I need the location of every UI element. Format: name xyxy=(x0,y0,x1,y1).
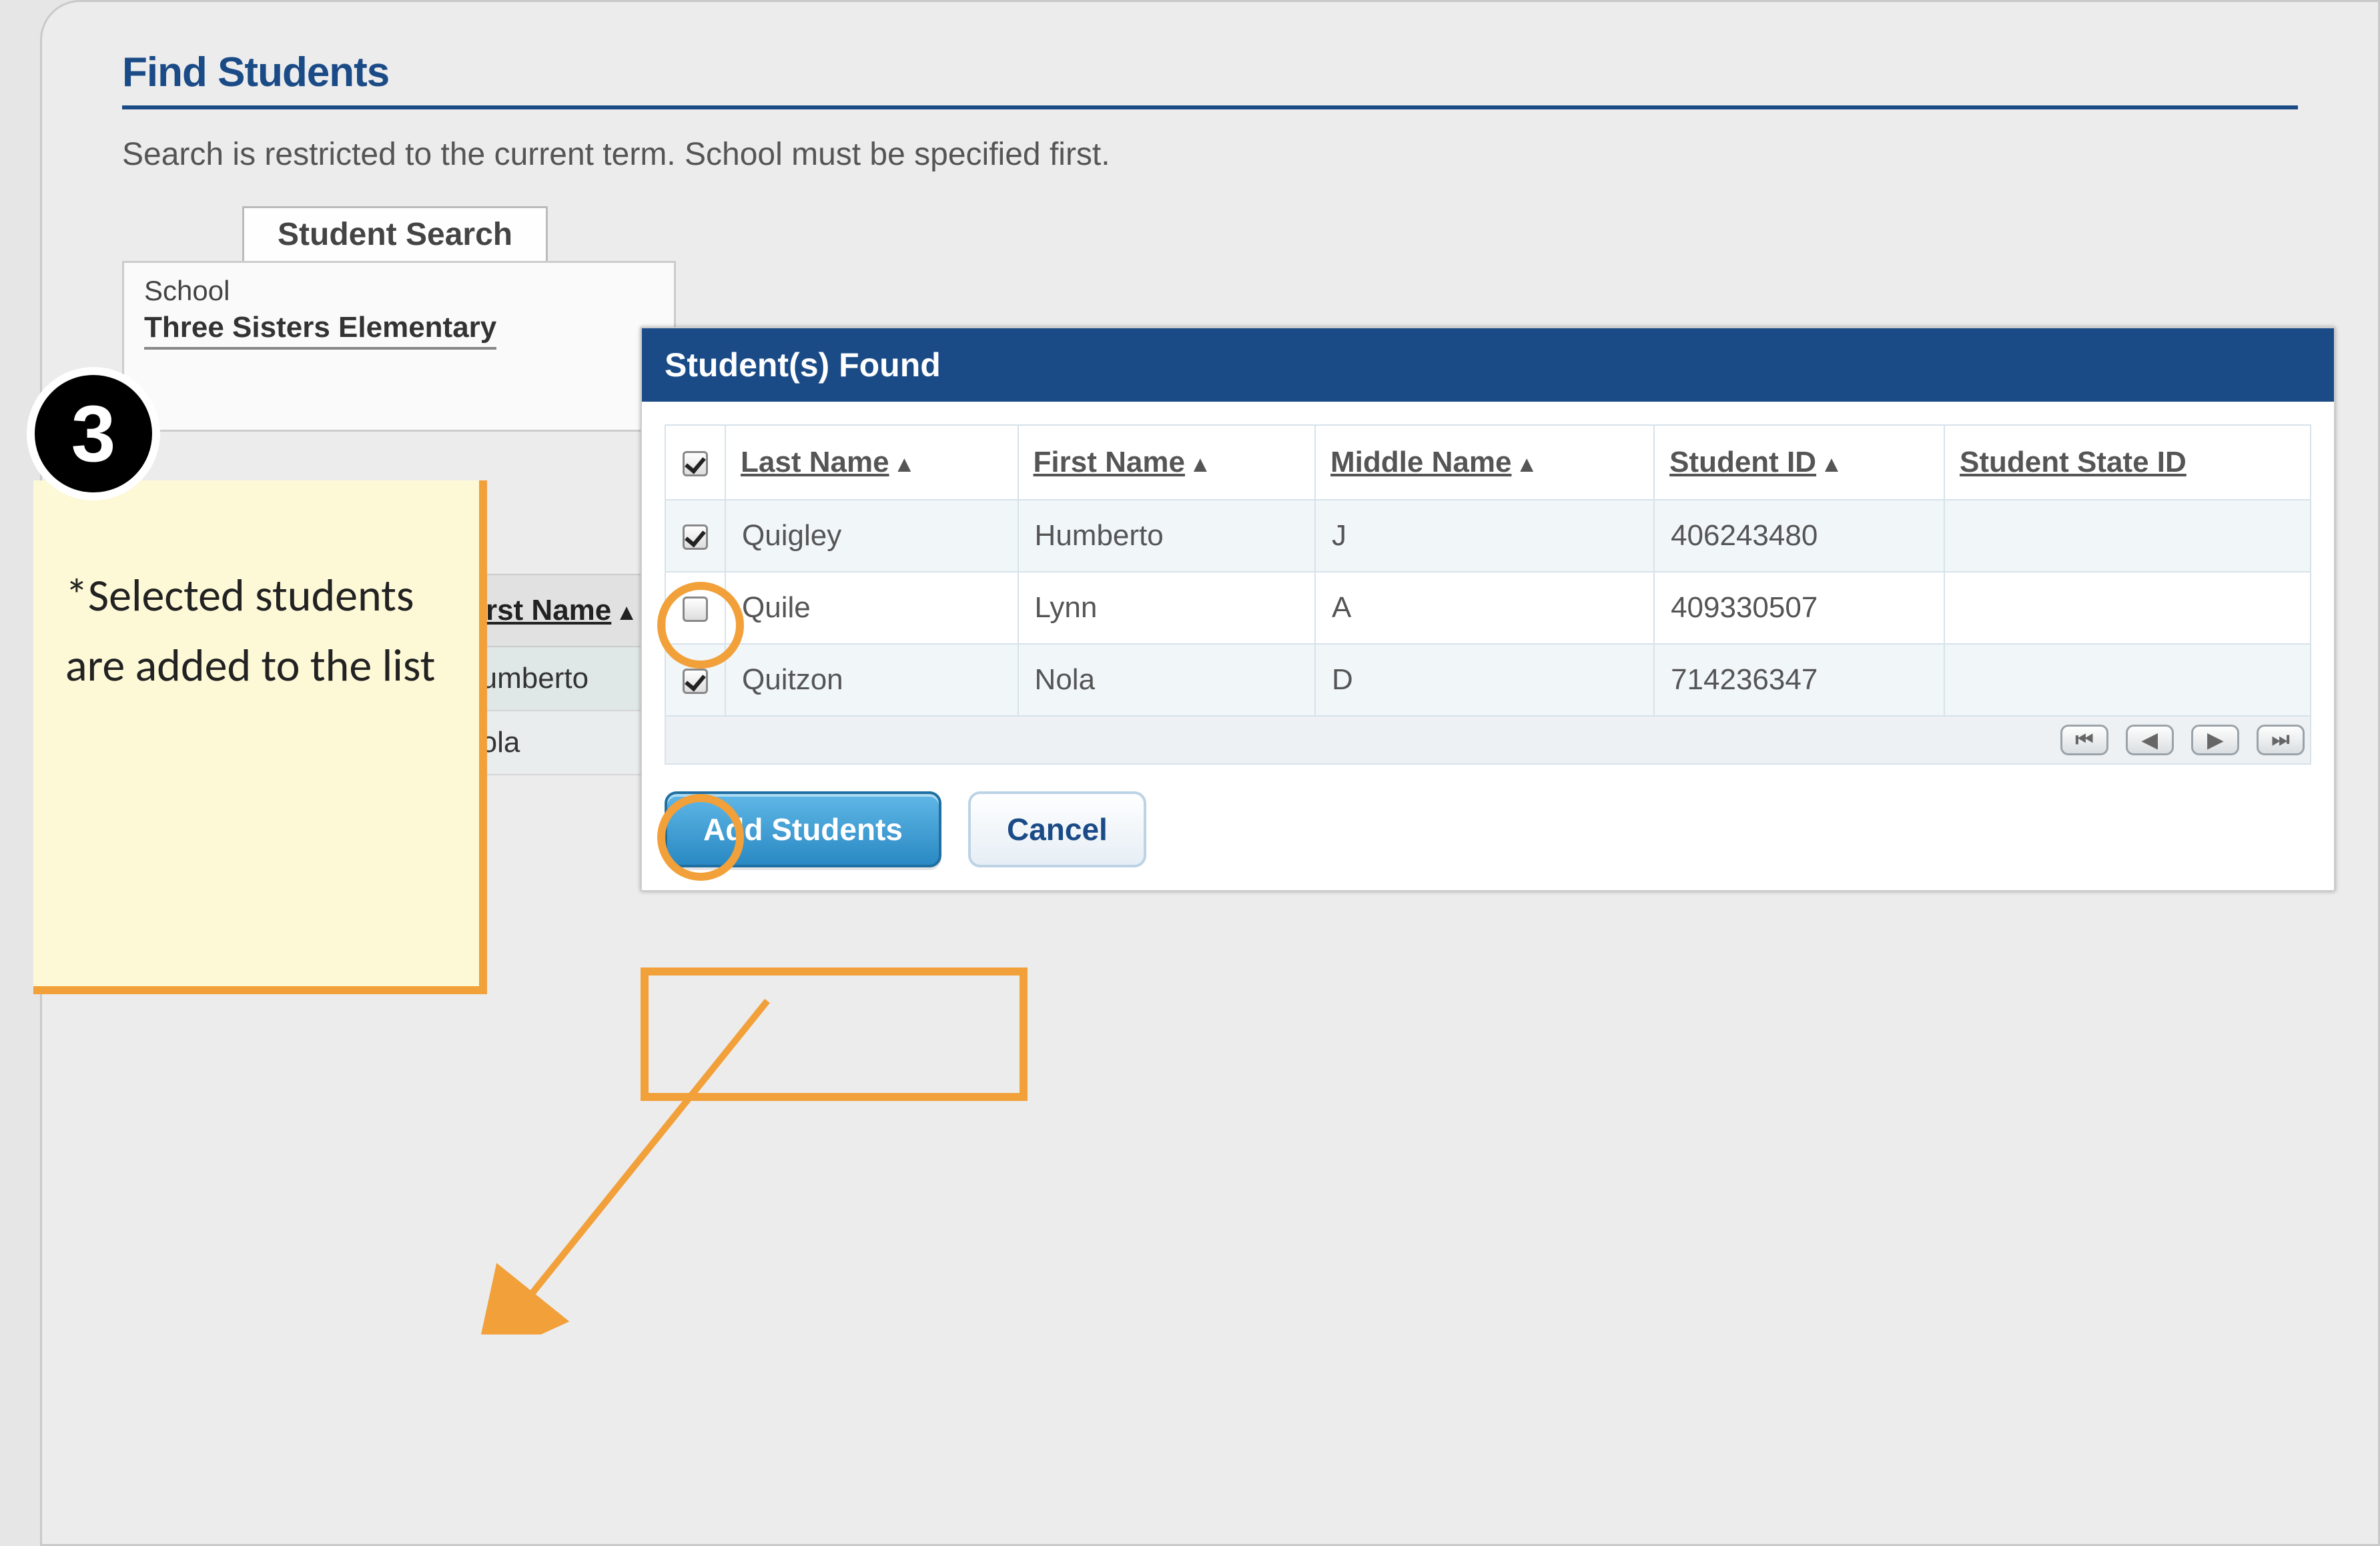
sort-asc-icon: ▲ xyxy=(1189,452,1212,478)
add-students-button[interactable]: Add Students xyxy=(665,791,941,867)
row-checkbox[interactable] xyxy=(683,524,708,550)
filters-panel: School Three Sisters Elementary xyxy=(122,261,676,432)
pager-next-icon[interactable]: ▶ xyxy=(2191,725,2239,755)
pager-first-icon[interactable]: ⏮ xyxy=(2060,725,2108,755)
row-checkbox[interactable] xyxy=(683,669,708,694)
sort-asc-icon: ▲ xyxy=(1515,452,1538,478)
table-row[interactable]: Quitzon Nola D 714236347 xyxy=(665,644,2311,716)
pager: ⏮ ◀ ▶ ⏭ xyxy=(665,717,2311,765)
sort-asc-icon: ▲ xyxy=(615,600,638,626)
col-first-name[interactable]: First Name▲ xyxy=(1018,425,1315,500)
students-found-modal: Student(s) Found Last Name▲ First Name▲ … xyxy=(641,327,2335,891)
page-title: Find Students xyxy=(122,49,2298,109)
col-student-state-id[interactable]: Student State ID xyxy=(1944,425,2311,500)
students-found-table: Last Name▲ First Name▲ Middle Name▲ Stud… xyxy=(665,424,2311,717)
cancel-button[interactable]: Cancel xyxy=(968,791,1146,867)
tabs: Student Search Test History Search xyxy=(242,206,2298,261)
checkbox-icon[interactable] xyxy=(683,451,708,476)
col-student-id[interactable]: Student ID▲ xyxy=(1654,425,1944,500)
table-row[interactable]: Quile Lynn A 409330507 xyxy=(665,572,2311,644)
pager-prev-icon[interactable]: ◀ xyxy=(2126,725,2174,755)
sort-asc-icon: ▲ xyxy=(893,452,916,478)
pager-last-icon[interactable]: ⏭ xyxy=(2257,725,2305,755)
callout-note: *Selected students are added to the list xyxy=(33,480,487,994)
select-all-header[interactable] xyxy=(665,425,725,500)
page-hint: Search is restricted to the current term… xyxy=(122,136,2298,173)
col-last-name[interactable]: Last Name▲ xyxy=(725,425,1018,500)
tab-student-search[interactable]: Student Search xyxy=(242,206,548,261)
step-badge: 3 xyxy=(27,367,160,500)
sort-asc-icon: ▲ xyxy=(1820,452,1843,478)
col-middle-name[interactable]: Middle Name▲ xyxy=(1315,425,1654,500)
table-row[interactable]: Quigley Humberto J 406243480 xyxy=(665,500,2311,572)
school-value[interactable]: Three Sisters Elementary xyxy=(144,311,496,350)
school-label: School xyxy=(144,275,654,307)
row-checkbox[interactable] xyxy=(683,597,708,622)
modal-title: Student(s) Found xyxy=(642,328,2334,402)
